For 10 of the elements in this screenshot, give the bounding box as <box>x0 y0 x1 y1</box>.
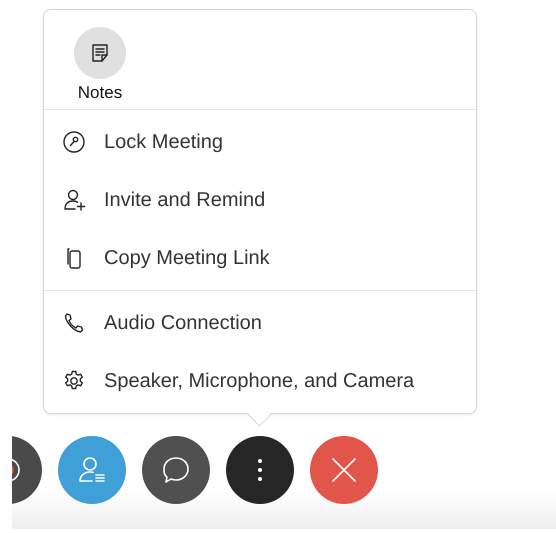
add-person-icon <box>62 188 86 212</box>
menu-item[interactable]: Speaker, Microphone, and Camera <box>44 352 476 410</box>
menu-item[interactable]: Audio Connection <box>44 294 476 352</box>
phone-icon <box>62 311 86 335</box>
menu-item[interactable]: Lock Meeting <box>44 113 476 171</box>
more-icon <box>257 458 263 482</box>
menu-item[interactable]: Copy Meeting Link <box>44 229 476 287</box>
menu-item[interactable]: Invite and Remind <box>44 171 476 229</box>
key-icon <box>62 130 86 154</box>
close-icon <box>330 456 358 484</box>
